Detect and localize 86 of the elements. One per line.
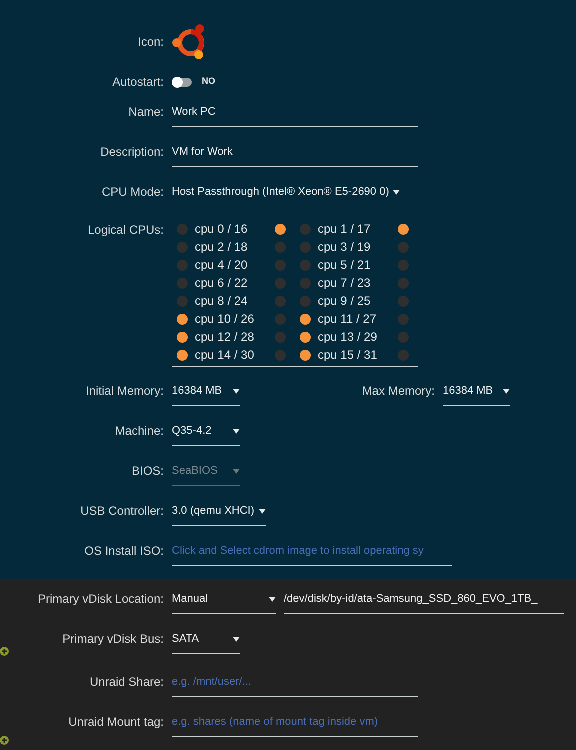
- field-label: Max Memory:: [361, 383, 436, 400]
- cpu-label: cpu 7 / 23: [318, 275, 372, 292]
- cpu-checkbox[interactable]: [398, 296, 409, 306]
- field-label: BIOS:: [130, 463, 165, 480]
- cpu-label: cpu 2 / 18: [195, 239, 249, 256]
- cpu-checkbox[interactable]: [275, 224, 286, 234]
- cpu-label: cpu 8 / 24: [195, 293, 249, 310]
- cpu-checkbox[interactable]: [275, 296, 286, 306]
- cpu-checkbox[interactable]: [300, 296, 311, 306]
- dropdown-select[interactable]: 16384 MB: [172, 381, 240, 406]
- text-field[interactable]: VM for Work: [172, 142, 418, 167]
- caret-icon: [393, 190, 400, 194]
- field-label: CPU Mode:: [100, 184, 165, 201]
- cpu-checkbox[interactable]: [275, 350, 286, 360]
- dropdown-select[interactable]: 3.0 (qemu XHCI): [172, 501, 266, 526]
- cpu-checkbox[interactable]: [275, 260, 286, 270]
- cpu-checkbox[interactable]: [275, 332, 286, 342]
- cpu-label: cpu 5 / 21: [318, 257, 372, 274]
- field-label: Primary vDisk Bus:: [62, 631, 165, 648]
- field-label: Description:: [100, 144, 165, 161]
- cpu-label: cpu 0 / 16: [195, 221, 249, 238]
- cpu-checkbox[interactable]: [398, 350, 409, 360]
- field-label: Logical CPUs:: [86, 222, 165, 239]
- text-field[interactable]: /dev/disk/by-id/ata-Samsung_SSD_860_EVO_1TB_: [284, 589, 564, 614]
- field-label: Initial Memory:: [84, 383, 165, 400]
- caret-icon: [233, 636, 240, 642]
- cpu-checkbox[interactable]: [300, 224, 311, 234]
- cpu-checkbox[interactable]: [177, 314, 188, 324]
- caret-icon: [233, 428, 240, 434]
- field-label: Machine:: [114, 423, 165, 440]
- cpu-checkbox[interactable]: [177, 224, 188, 234]
- autostart-toggle[interactable]: [172, 78, 192, 86]
- caret-icon: [233, 388, 240, 394]
- cpu-checkbox[interactable]: [398, 242, 409, 252]
- cpu-label: cpu 13 / 29: [318, 329, 378, 346]
- cpu-checkbox[interactable]: [300, 260, 311, 270]
- cpu-checkbox[interactable]: [398, 314, 409, 324]
- caret-icon: [269, 596, 276, 602]
- add-icon[interactable]: [0, 736, 9, 745]
- caret-icon: [503, 388, 510, 394]
- cpu-label: cpu 14 / 30: [195, 347, 256, 364]
- autostart-state: NO: [202, 75, 216, 88]
- cpu-label: cpu 10 / 26: [195, 311, 256, 328]
- field-label: OS Install ISO:: [84, 543, 165, 560]
- cpu-label: cpu 11 / 27: [318, 311, 378, 328]
- cpu-checkbox[interactable]: [300, 350, 311, 360]
- cpu-checkbox[interactable]: [177, 350, 188, 360]
- cpu-checkbox[interactable]: [177, 242, 188, 252]
- cpu-label: cpu 6 / 22: [195, 275, 249, 292]
- cpu-label: cpu 1 / 17: [318, 221, 372, 238]
- cpu-label: cpu 4 / 20: [195, 257, 249, 274]
- cpu-checkbox[interactable]: [275, 278, 286, 288]
- caret-icon: [233, 468, 240, 474]
- cpu-checkbox[interactable]: [177, 296, 188, 306]
- cpu-label: cpu 3 / 19: [318, 239, 372, 256]
- field-label: Primary vDisk Location:: [36, 591, 165, 608]
- cpu-checkbox[interactable]: [275, 314, 286, 324]
- cpu-checkbox[interactable]: [398, 332, 409, 342]
- field-label: USB Controller:: [80, 503, 165, 520]
- cpu-label: cpu 15 / 31: [318, 347, 378, 364]
- cpu-checkbox[interactable]: [300, 242, 311, 252]
- field-label: Name:: [128, 104, 165, 121]
- cpu-label: cpu 9 / 25: [318, 293, 372, 310]
- text-field[interactable]: Work PC: [172, 102, 418, 127]
- dropdown-select[interactable]: SATA: [172, 629, 240, 654]
- cpu-checkbox[interactable]: [398, 260, 409, 270]
- cpu-checkbox[interactable]: [177, 332, 188, 342]
- cpu-checkbox[interactable]: [177, 278, 188, 288]
- field-label: Unraid Share:: [88, 674, 165, 691]
- dropdown-select[interactable]: Manual: [172, 589, 276, 614]
- dropdown-select[interactable]: Host Passthrough (Intel® Xeon® E5-2690 0): [172, 182, 400, 206]
- field-label: Autostart:: [112, 74, 165, 91]
- add-icon[interactable]: [0, 647, 9, 656]
- cpu-label: cpu 12 / 28: [195, 329, 256, 346]
- cpu-checkbox[interactable]: [398, 224, 409, 234]
- cpu-checkbox[interactable]: [300, 314, 311, 324]
- dropdown-select[interactable]: Q35-4.2: [172, 421, 240, 446]
- cpu-checkbox[interactable]: [177, 260, 188, 270]
- cpu-checkbox[interactable]: [300, 278, 311, 288]
- field-label: Unraid Mount tag:: [68, 714, 165, 731]
- cpu-checkbox[interactable]: [398, 278, 409, 288]
- cpu-checkbox[interactable]: [300, 332, 311, 342]
- cpu-checkbox[interactable]: [275, 242, 286, 252]
- dropdown-select[interactable]: 16384 MB: [443, 381, 510, 406]
- caret-icon: [258, 508, 266, 514]
- field-label: Icon:: [136, 34, 165, 51]
